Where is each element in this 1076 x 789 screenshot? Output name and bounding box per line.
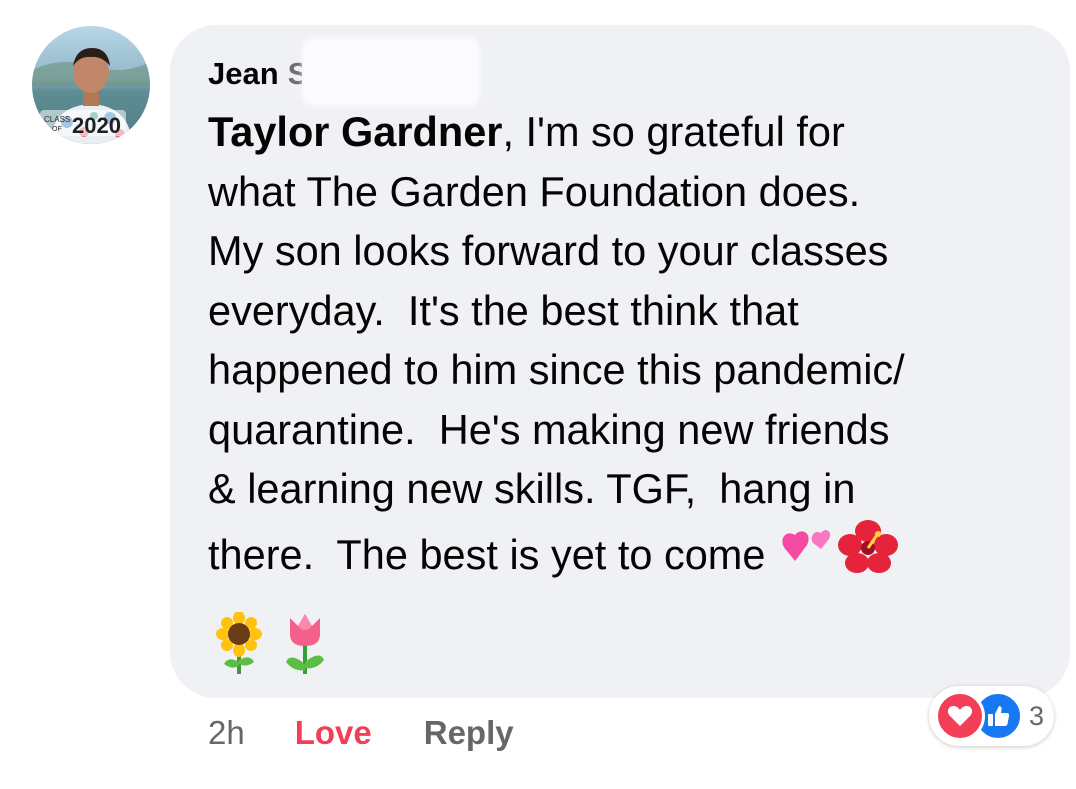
two-hearts-emoji-icon [777, 527, 837, 591]
name-redaction [302, 38, 480, 106]
author-name-row[interactable]: Jean S [208, 54, 302, 94]
author-first-name[interactable]: Jean [208, 54, 279, 94]
love-button[interactable]: Love [295, 711, 372, 755]
avatar-badge-small: CLASS [44, 115, 70, 124]
comment-timestamp[interactable]: 2h [208, 711, 245, 755]
mention-taylor-gardner[interactable]: Taylor Gardner [208, 108, 502, 155]
love-reaction-icon [935, 691, 985, 741]
reaction-summary[interactable]: 3 [929, 686, 1055, 746]
reaction-count: 3 [1029, 700, 1045, 731]
reply-button[interactable]: Reply [424, 711, 514, 755]
avatar-badge-year: 2020 [72, 113, 121, 138]
author-avatar[interactable]: CLASS OF 2020 [32, 26, 150, 144]
comment-body: Taylor Gardner, I'm so grateful for what… [208, 102, 1058, 590]
hibiscus-emoji-icon [837, 519, 899, 591]
comment-actions: 2h Love Reply [208, 711, 514, 755]
svg-text:OF: OF [52, 126, 62, 133]
tulip-emoji-icon [280, 612, 330, 679]
trailing-emojis [212, 611, 330, 679]
sunflower-emoji-icon [212, 611, 266, 679]
comment-body-text: , I'm so grateful for what The Garden Fo… [208, 108, 905, 578]
author-last-name[interactable]: S [288, 54, 302, 94]
